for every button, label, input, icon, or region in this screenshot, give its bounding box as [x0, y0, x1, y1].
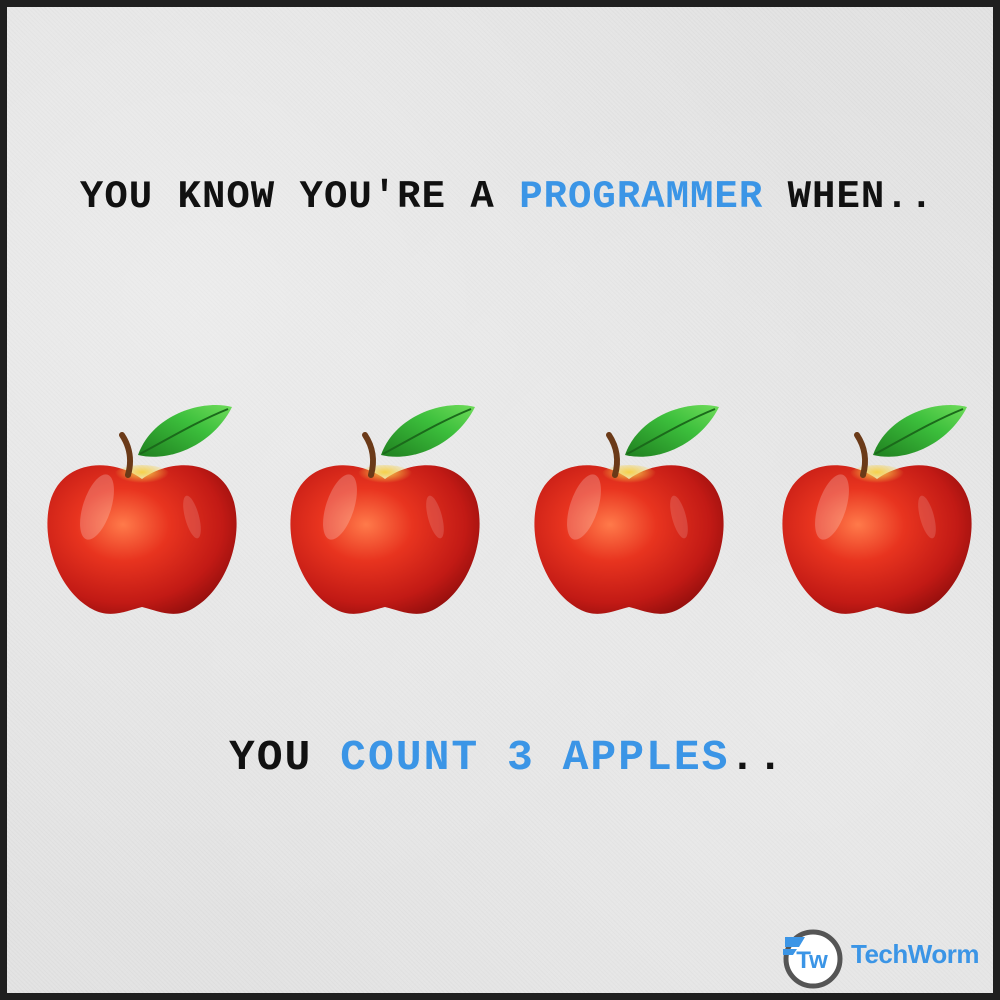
techworm-logo-icon: Tw	[783, 929, 843, 989]
techworm-logo: Tw TechWorm	[779, 925, 994, 995]
apple-icon	[529, 397, 729, 622]
apple-icon	[285, 397, 485, 622]
headline-highlight: PROGRAMMER	[519, 175, 764, 219]
logo-text: TechWorm	[851, 939, 979, 969]
punchline: YOU COUNT 3 APPLES..	[7, 733, 1000, 782]
apple-icon	[777, 397, 977, 622]
headline-text-1: YOU KNOW YOU'RE A	[79, 175, 520, 219]
svg-text:Tw: Tw	[796, 947, 828, 974]
headline-text-2: WHEN..	[763, 175, 935, 219]
punchline-text-2: ..	[729, 733, 786, 782]
punchline-highlight-apples: 3 APPLES	[507, 733, 730, 782]
headline: YOU KNOW YOU'RE A PROGRAMMER WHEN..	[7, 175, 1000, 219]
punchline-highlight-count: COUNT	[340, 733, 480, 782]
meme-canvas: YOU KNOW YOU'RE A PROGRAMMER WHEN.. YOU …	[0, 0, 1000, 1000]
punchline-text-1: YOU	[228, 733, 341, 782]
apple-icon	[42, 397, 242, 622]
